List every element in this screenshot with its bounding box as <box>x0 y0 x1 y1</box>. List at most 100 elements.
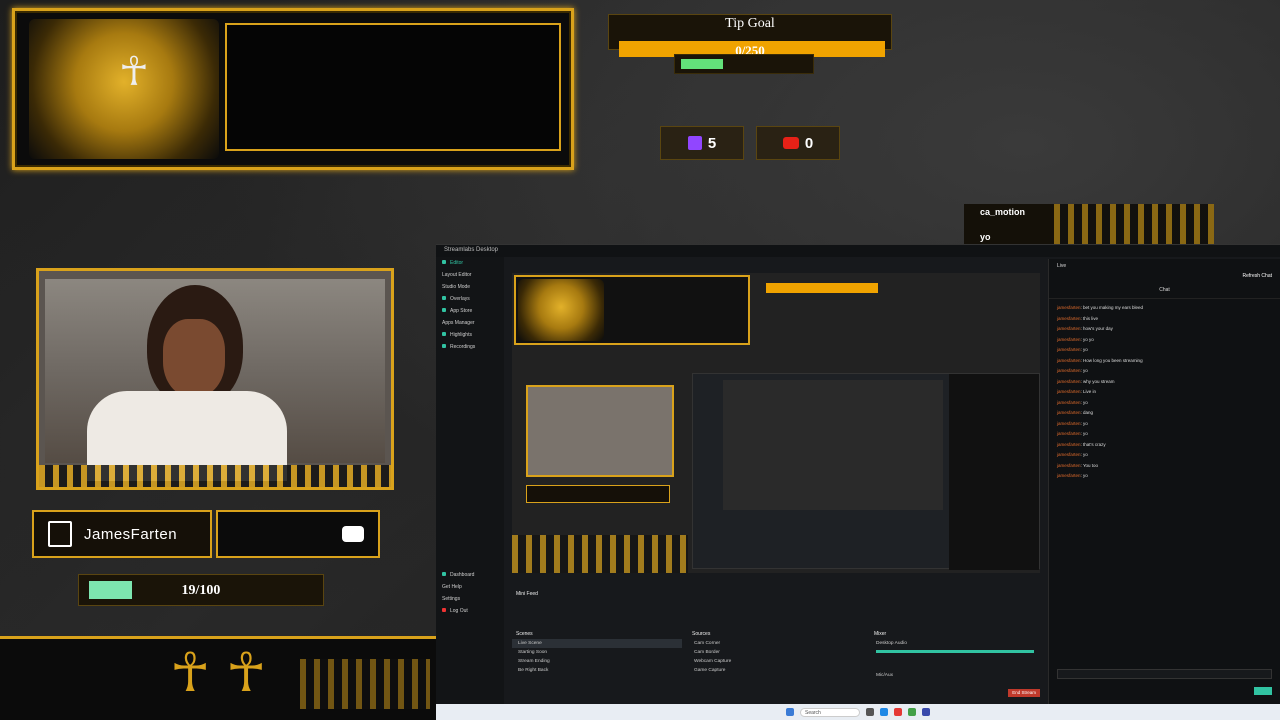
chat-messages: jamesfarten: bet you making my ears blee… <box>1049 299 1280 482</box>
sidebar-item-label: Highlights <box>450 332 472 338</box>
sidebar-item-overlays[interactable]: Overlays <box>436 293 504 305</box>
start-icon[interactable] <box>786 708 794 716</box>
mixer-item: Desktop Audio <box>876 641 907 646</box>
chat-text: yo <box>1083 347 1088 352</box>
chat-text: yo <box>1083 368 1088 373</box>
app-icon[interactable] <box>894 708 902 716</box>
sidebar-item-log-out[interactable]: Log Out <box>436 605 504 617</box>
nested-chat <box>949 374 1039 570</box>
chat-username[interactable]: jamesfarten <box>1057 400 1081 405</box>
chat-username[interactable]: jamesfarten <box>1057 452 1081 457</box>
scene-item[interactable]: Stream Ending <box>512 657 682 666</box>
twitch-count-badge: 5 <box>660 126 744 160</box>
highlights-icon <box>442 332 446 336</box>
twitch-count: 5 <box>707 134 717 152</box>
app-icon[interactable] <box>908 708 916 716</box>
tip-goal: Tip Goal 0/250 <box>608 14 892 58</box>
source-item[interactable]: Cam Border <box>688 648 864 657</box>
ankh-icon: ☥ <box>170 641 211 704</box>
chat-username[interactable]: jamesfarten <box>1057 442 1081 447</box>
sidebar-item-studio-mode[interactable]: Studio Mode <box>436 281 504 293</box>
app-icon[interactable] <box>880 708 888 716</box>
chat-username[interactable]: jamesfarten <box>1057 305 1081 310</box>
editor-preview[interactable] <box>512 273 1040 573</box>
sidebar-item-label: App Store <box>450 308 473 314</box>
chat-username[interactable]: jamesfarten <box>1057 421 1081 426</box>
source-item[interactable]: Cam Corner <box>688 639 864 648</box>
chat-username[interactable]: jamesfarten <box>1057 368 1081 373</box>
end-stream-button[interactable]: End Stream <box>1008 689 1040 697</box>
chat-text: yo <box>1083 431 1088 436</box>
chat-text: that's crazy <box>1083 441 1106 447</box>
bottom-left-pattern: ☥ ☥ <box>0 636 436 720</box>
bottom-left-stripes <box>300 659 430 709</box>
chat-text: You too <box>1082 462 1099 468</box>
chat-username[interactable]: jamesfarten <box>1057 389 1081 394</box>
overlays-icon <box>442 296 446 300</box>
chat-text: dang <box>1083 410 1094 415</box>
source-item[interactable]: Game Capture <box>688 666 864 675</box>
preview-banner <box>514 275 750 345</box>
mixer-slider[interactable] <box>876 650 1034 653</box>
chat-username[interactable]: jamesfarten <box>1057 316 1081 321</box>
chat-message: jamesfarten: yo <box>1057 420 1088 426</box>
source-item[interactable]: Webcam Capture <box>688 657 864 666</box>
chat-overlay-message: yo <box>980 232 991 242</box>
streamer-name: JamesFarten <box>84 525 178 543</box>
sidebar-item-label: Layout Editor <box>442 272 472 278</box>
chat-text: bet you making my ears bleed <box>1083 305 1144 310</box>
chat-tab[interactable]: Chat <box>1057 287 1272 293</box>
refresh-chat-button[interactable]: Refresh Chat <box>1243 273 1272 279</box>
sidebar-item-get-help[interactable]: Get Help <box>436 581 504 593</box>
scene-item[interactable]: Live Scene <box>512 639 682 648</box>
chat-username[interactable]: jamesfarten <box>1057 463 1081 468</box>
streamlabs-sidebar: Editor Layout Editor Studio Mode Overlay… <box>436 257 504 704</box>
webcam-frame <box>36 268 394 490</box>
chat-input[interactable] <box>1057 669 1272 679</box>
chat-username[interactable]: jamesfarten <box>1057 358 1081 363</box>
taskbar-search[interactable]: Search <box>800 707 860 717</box>
sidebar-item-label: Log Out <box>450 608 468 614</box>
chat-username[interactable]: jamesfarten <box>1057 337 1081 342</box>
scene-item[interactable]: Be Right Back <box>512 666 682 675</box>
chat-message: jamesfarten: bet you making my ears blee… <box>1057 305 1144 310</box>
preview-tip-goal <box>766 283 878 293</box>
editor-docks: Mini Feed Scenes Live Scene Starting Soo… <box>512 589 1040 697</box>
sidebar-item-recordings[interactable]: Recordings <box>436 341 504 353</box>
app-icon[interactable] <box>922 708 930 716</box>
chat-message: jamesfarten: why you stream <box>1057 378 1115 384</box>
sidebar-item-dashboard[interactable]: Dashboard <box>436 569 504 581</box>
sidebar-item-apps-manager[interactable]: Apps Manager <box>436 317 504 329</box>
chat-text: how's your day <box>1083 326 1113 331</box>
chat-message: jamesfarten: yo <box>1057 399 1088 405</box>
chat-text: yo <box>1083 420 1088 426</box>
chat-username[interactable]: jamesfarten <box>1057 347 1081 352</box>
sidebar-item-label: Overlays <box>450 296 470 302</box>
chat-overlay-pattern <box>1054 204 1214 246</box>
chat-username[interactable]: jamesfarten <box>1057 431 1081 436</box>
sidebar-item-editor[interactable]: Editor <box>436 257 504 269</box>
mini-feed-area <box>512 599 1040 621</box>
chat-text: yo <box>1083 473 1088 478</box>
sidebar-item-highlights[interactable]: Highlights <box>436 329 504 341</box>
chat-message: jamesfarten: dang <box>1057 410 1094 415</box>
preview-webcam <box>526 385 674 477</box>
scene-item[interactable]: Starting Soon <box>512 648 682 657</box>
youtube-count: 0 <box>804 134 814 152</box>
sidebar-item-layout-editor[interactable]: Layout Editor <box>436 269 504 281</box>
sidebar-item-label: Dashboard <box>450 572 475 578</box>
follow-goal-value: 19/100 <box>181 583 221 598</box>
chat-username[interactable]: jamesfarten <box>1057 326 1081 331</box>
youtube-icon <box>782 137 799 149</box>
sidebar-item-app-store[interactable]: App Store <box>436 305 504 317</box>
chat-username[interactable]: jamesfarten <box>1057 379 1081 384</box>
sidebar-item-settings[interactable]: Settings <box>436 593 504 605</box>
preview-nested-window <box>692 373 1040 570</box>
preview-bottom-pattern <box>512 535 688 573</box>
app-store-icon <box>442 308 446 312</box>
chat-username[interactable]: jamesfarten <box>1057 410 1081 415</box>
chat-message: jamesfarten: yo <box>1057 431 1088 436</box>
app-icon[interactable] <box>866 708 874 716</box>
chat-username[interactable]: jamesfarten <box>1057 473 1081 478</box>
chat-send-button[interactable] <box>1254 687 1272 695</box>
